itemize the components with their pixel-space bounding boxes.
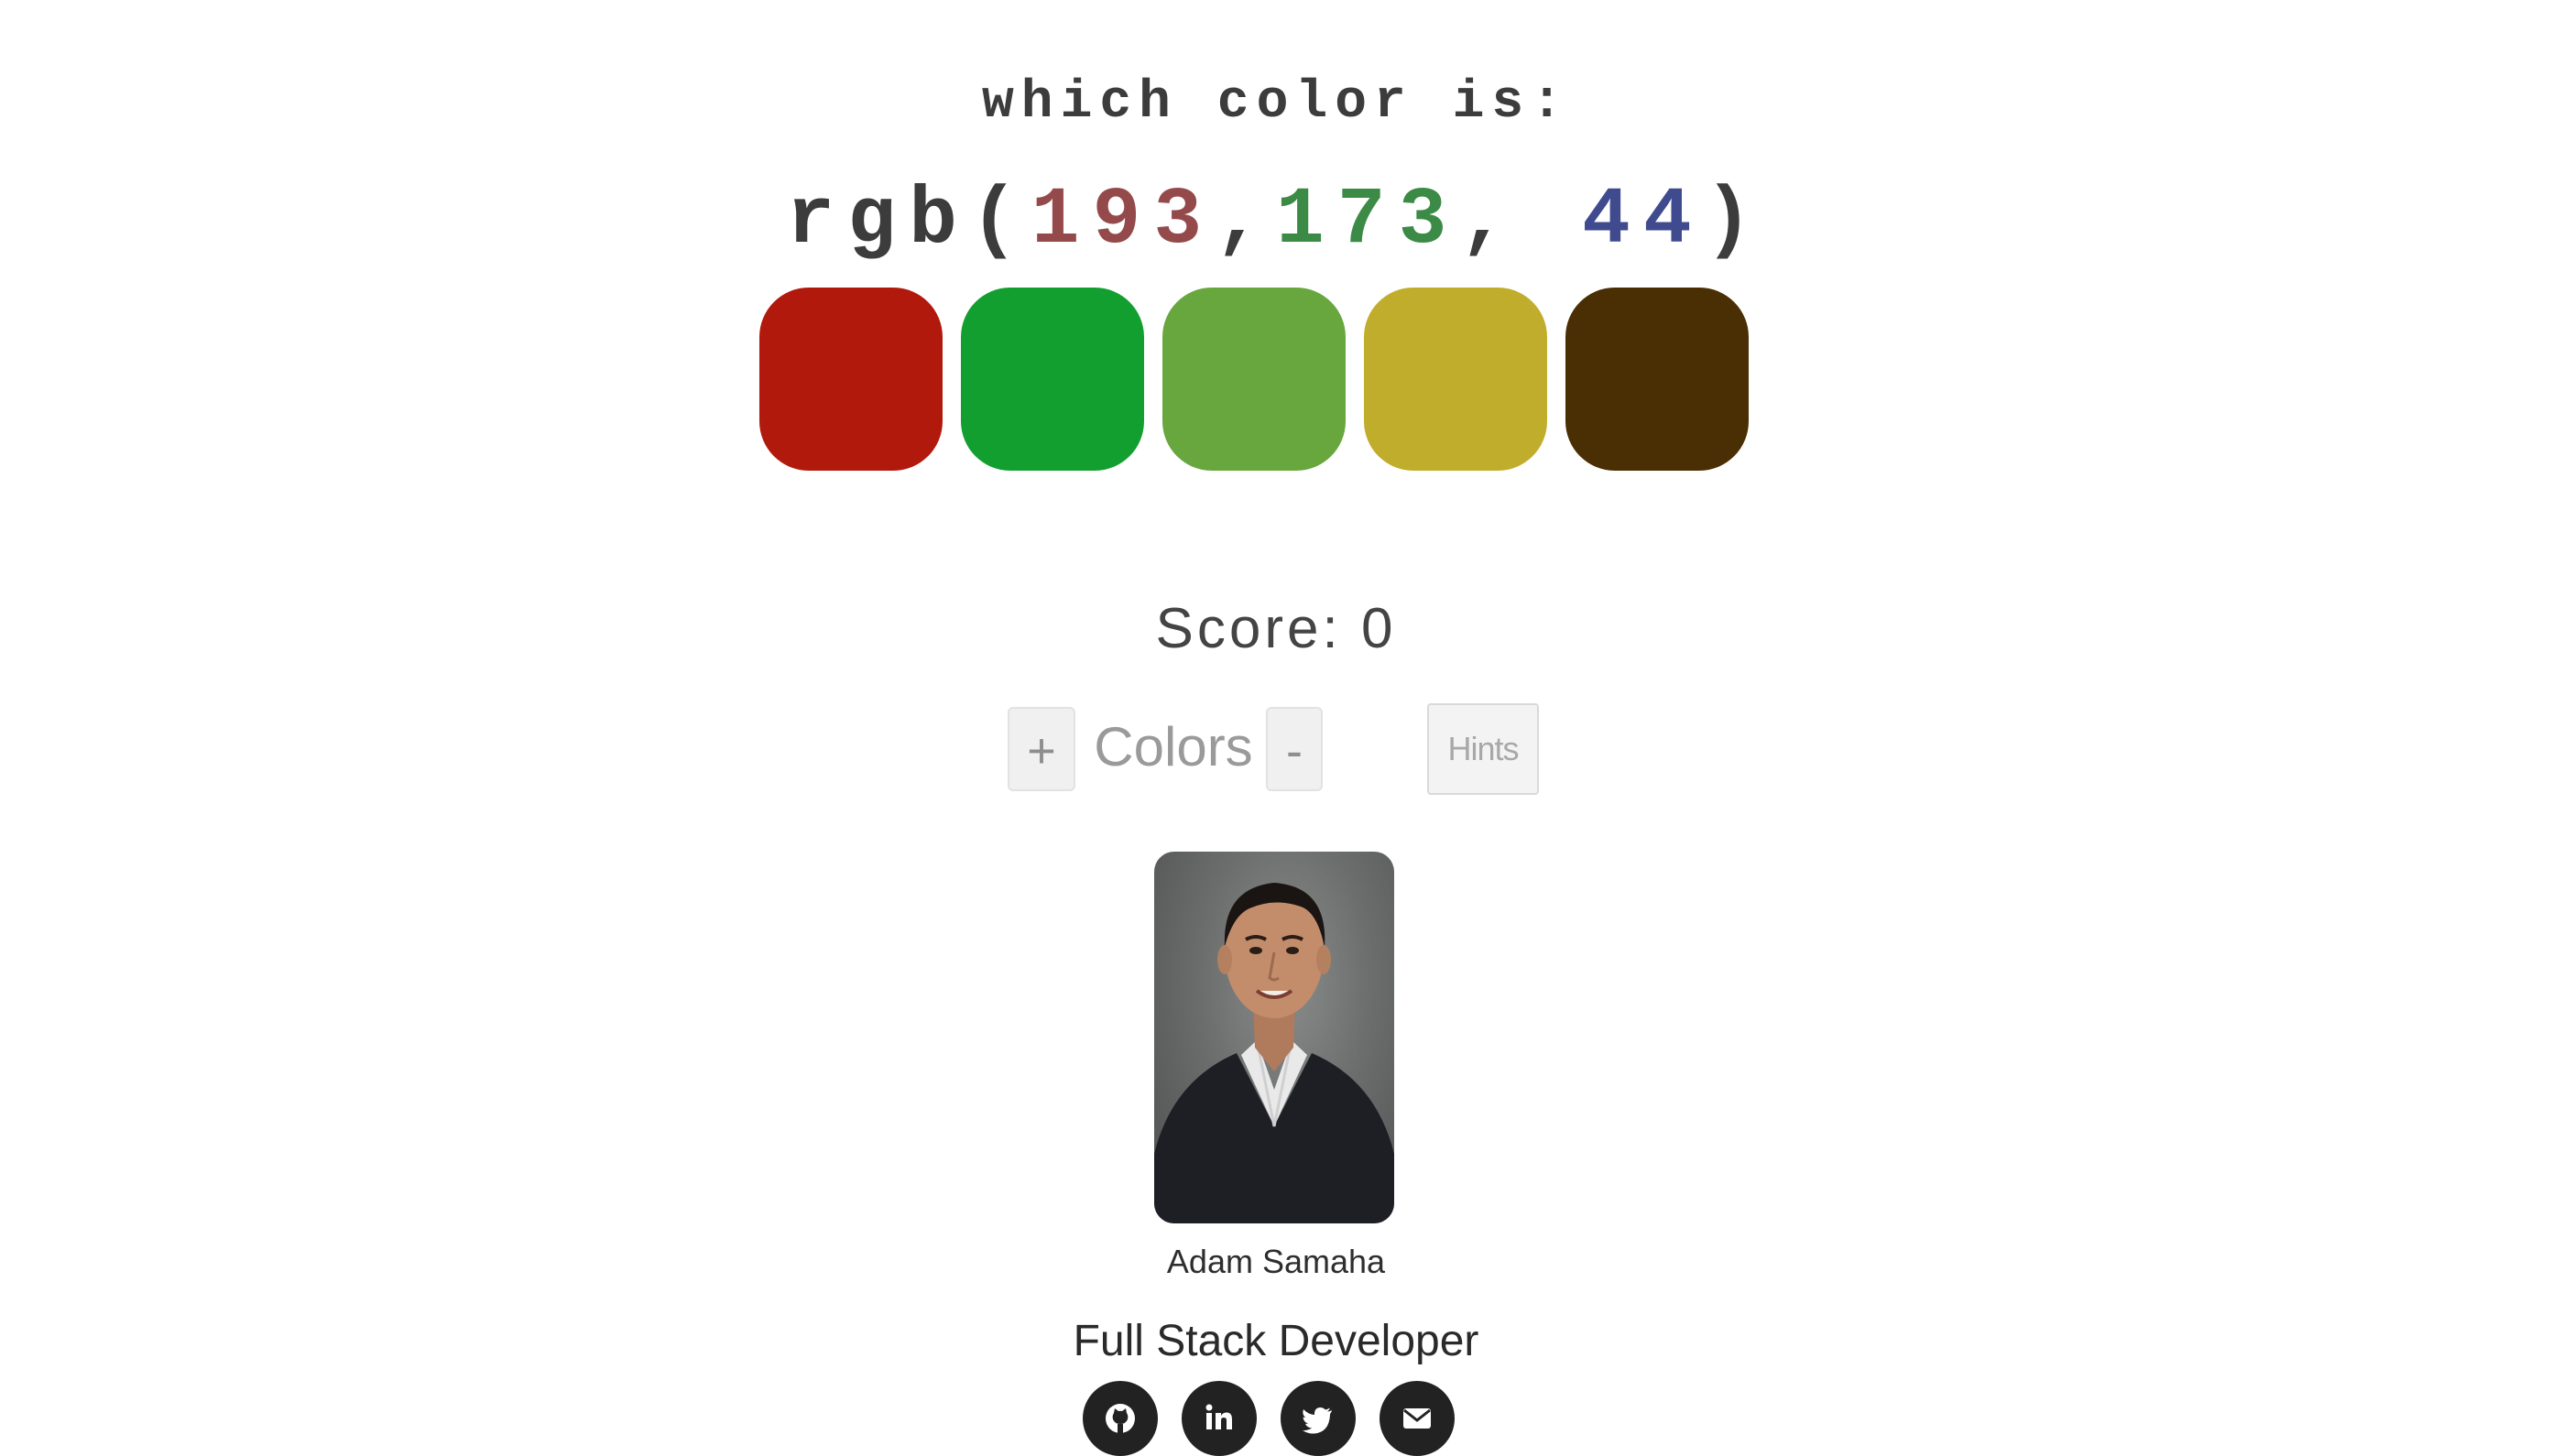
envelope-icon	[1403, 1408, 1431, 1429]
colors-label: Colors	[1094, 716, 1253, 777]
github-icon	[1106, 1404, 1135, 1433]
color-swatches	[759, 288, 1756, 473]
color-swatch[interactable]	[1162, 288, 1346, 471]
rgb-red-value: 193	[1031, 176, 1216, 266]
color-swatch[interactable]	[1364, 288, 1547, 471]
twitter-icon	[1303, 1407, 1332, 1434]
remove-color-button[interactable]: -	[1266, 707, 1323, 791]
color-swatch[interactable]	[759, 288, 943, 471]
email-link[interactable]	[1380, 1381, 1455, 1456]
rgb-prefix: rgb(	[786, 176, 1031, 266]
github-link[interactable]	[1083, 1381, 1158, 1456]
rgb-suffix: )	[1704, 176, 1766, 266]
rgb-target: rgb(193,173, 44)	[0, 176, 2552, 267]
profile-name: Adam Samaha	[1166, 1243, 1386, 1280]
prompt-heading: which color is:	[981, 73, 1571, 133]
color-swatch[interactable]	[961, 288, 1144, 471]
avatar	[1154, 852, 1394, 1223]
social-links	[1083, 1381, 1469, 1456]
hints-button[interactable]: Hints	[1427, 703, 1539, 795]
rgb-separator: ,	[1459, 176, 1521, 266]
linkedin-link[interactable]	[1182, 1381, 1257, 1456]
color-game-page: which color is: rgb(193,173, 44) Score: …	[0, 0, 2552, 1456]
profile-role: Full Stack Developer	[1073, 1317, 1479, 1365]
score-display: Score: 0	[1155, 597, 1397, 660]
portrait-photo	[1154, 883, 1394, 1223]
add-color-button[interactable]: +	[1008, 707, 1075, 791]
linkedin-icon	[1205, 1404, 1232, 1429]
twitter-link[interactable]	[1281, 1381, 1356, 1456]
rgb-blue-value: 44	[1521, 176, 1705, 266]
rgb-green-value: 173	[1275, 176, 1460, 266]
rgb-separator: ,	[1215, 176, 1276, 266]
color-swatch[interactable]	[1565, 288, 1749, 471]
